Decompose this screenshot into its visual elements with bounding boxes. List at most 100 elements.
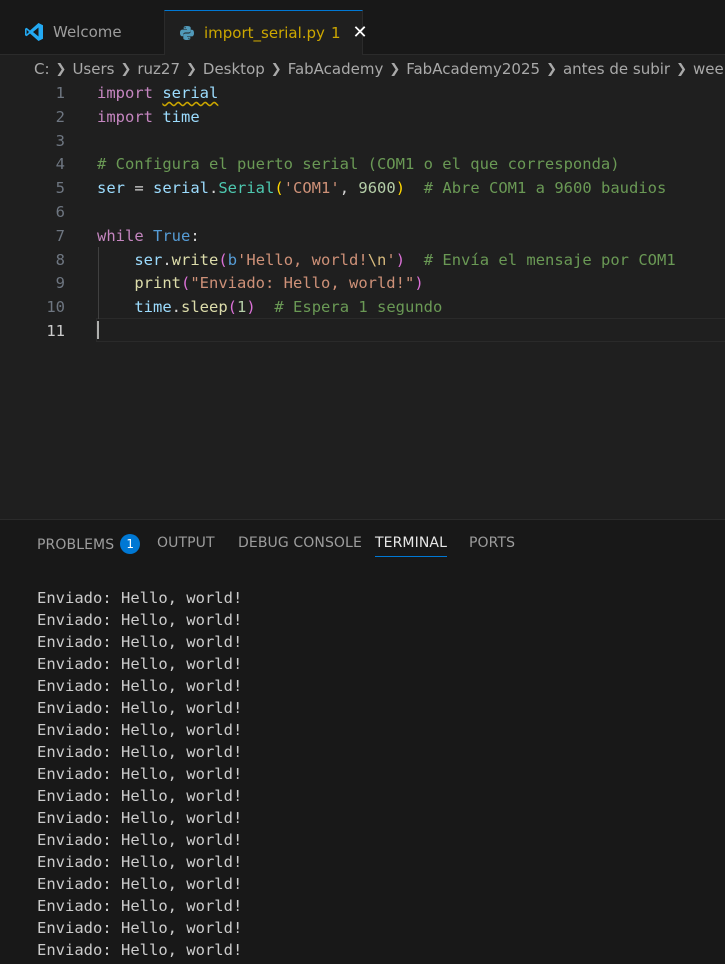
vscode-icon: [24, 22, 44, 42]
terminal-line: Enviado: Hello, world!: [37, 611, 243, 629]
chevron-right-icon: ❯: [676, 61, 687, 77]
code-token: while: [97, 226, 144, 245]
breadcrumb-item[interactable]: week15: [693, 60, 725, 78]
line-number: 6: [55, 203, 65, 221]
breadcrumb-item[interactable]: Users: [72, 60, 114, 78]
terminal-line: Enviado: Hello, world!: [37, 655, 243, 673]
code-token: serial: [153, 179, 209, 198]
chevron-right-icon: ❯: [270, 61, 282, 77]
code-token: .: [171, 298, 181, 317]
tab-problems-label: PROBLEMS: [37, 537, 115, 553]
code-text: # Configura el puerto serial (COM1 o el …: [97, 152, 620, 176]
tab-welcome[interactable]: Welcome: [12, 10, 162, 54]
code-token: (: [218, 250, 228, 269]
terminal-line: Enviado: Hello, world!: [37, 919, 243, 937]
terminal-line: Enviado: Hello, world!: [37, 831, 243, 849]
code-token: sleep: [181, 298, 228, 317]
code-line[interactable]: 1 import serial: [0, 81, 725, 105]
tab-label: Welcome: [53, 23, 122, 41]
code-line[interactable]: 6: [0, 200, 725, 224]
terminal-line: Enviado: Hello, world!: [37, 721, 243, 739]
code-line[interactable]: 4 # Configura el puerto serial (COM1 o el…: [0, 152, 725, 176]
terminal-line: Enviado: Hello, world!: [37, 699, 243, 717]
code-token: ,: [339, 179, 359, 198]
breadcrumb: C: ❯ Users ❯ ruz27 ❯ Desktop ❯ FabAcadem…: [0, 55, 725, 83]
code-line[interactable]: 9 print("Enviado: Hello, world!"): [0, 271, 725, 295]
terminal-line: Enviado: Hello, world!: [37, 787, 243, 805]
code-line[interactable]: 5 ser = serial.Serial('COM1', 9600) # Abr…: [0, 176, 725, 200]
code-token: serial: [162, 84, 219, 102]
code-token: "Enviado: Hello, world!": [190, 274, 415, 293]
problems-badge: 1: [120, 534, 141, 554]
terminal-line: Enviado: Hello, world!: [37, 589, 243, 607]
code-line[interactable]: 7 while True:: [0, 224, 725, 248]
code-line[interactable]: 10 time.sleep(1) # Espera 1 segundo: [0, 295, 725, 319]
breadcrumb-item[interactable]: FabAcademy2025: [406, 60, 540, 78]
code-editor[interactable]: 1 import serial 2 import time 3 4 # Configura …: [0, 81, 725, 519]
code-line[interactable]: 8 ser.write(b'Hello, world!\n') # Envía …: [0, 248, 725, 272]
line-number: 3: [55, 131, 65, 150]
tab-output[interactable]: OUTPUT: [157, 535, 215, 551]
code-token: ser: [97, 179, 125, 198]
code-token: ser: [134, 250, 163, 269]
chevron-right-icon: ❯: [186, 61, 197, 77]
code-token: 1: [237, 298, 247, 317]
line-number: 5: [55, 179, 65, 198]
line-number: 4: [55, 155, 65, 174]
code-token: .: [162, 250, 172, 269]
code-text: while True:: [97, 224, 200, 248]
chevron-right-icon: ❯: [120, 61, 132, 77]
tab-problems[interactable]: PROBLEMS 1: [37, 534, 141, 555]
code-token: 'COM1': [283, 179, 340, 198]
terminal-line: Enviado: Hello, world!: [37, 897, 243, 915]
breadcrumb-item[interactable]: antes de subir: [563, 60, 670, 78]
line-number: 2: [55, 107, 65, 126]
code-token: # Envía el mensaje por COM1: [405, 250, 676, 269]
code-line[interactable]: 3: [0, 129, 725, 153]
code-token: 9600: [358, 179, 396, 198]
terminal-line: Enviado: Hello, world!: [37, 941, 243, 959]
code-text: ser.write(b'Hello, world!\n') # Envía el…: [97, 248, 676, 272]
code-token: import: [97, 84, 153, 102]
code-token: \n: [367, 250, 387, 269]
chevron-right-icon: ❯: [546, 61, 557, 77]
code-token: ): [414, 274, 424, 293]
line-number: 10: [46, 298, 65, 317]
code-token: True: [153, 226, 191, 245]
tab-debug-console[interactable]: DEBUG CONSOLE: [238, 535, 362, 551]
code-line[interactable]: 2 import time: [0, 105, 725, 129]
code-token: 'Hello, world!: [237, 250, 368, 269]
line-number: 7: [55, 226, 65, 245]
close-icon[interactable]: ✕: [352, 24, 367, 42]
tab-import-serial[interactable]: import_serial.py 1 ✕: [164, 10, 368, 55]
breadcrumb-item[interactable]: C:: [34, 60, 50, 78]
terminal-line: Enviado: Hello, world!: [37, 875, 243, 893]
code-token: # Abre COM1 a 9600 baudios: [405, 179, 667, 198]
python-icon: [179, 25, 195, 41]
chevron-right-icon: ❯: [55, 61, 67, 77]
breadcrumb-item[interactable]: Desktop: [203, 60, 265, 78]
terminal-line: Enviado: Hello, world!: [37, 853, 243, 871]
tab-terminal[interactable]: TERMINAL: [375, 535, 447, 557]
code-text: print("Enviado: Hello, world!"): [97, 271, 424, 295]
line-number: 11: [46, 322, 65, 340]
code-token: ): [246, 298, 256, 317]
panel-tabs: PROBLEMS 1 OUTPUT DEBUG CONSOLE TERMINAL …: [0, 520, 725, 566]
terminal-output[interactable]: Enviado: Hello, world! Enviado: Hello, wo…: [37, 587, 717, 961]
tab-bar: Welcome import_serial.py 1 ✕: [0, 0, 725, 55]
code-token: (: [227, 298, 238, 317]
code-token: (: [274, 179, 284, 198]
breadcrumb-item[interactable]: ruz27: [137, 60, 180, 78]
code-token: .: [209, 179, 219, 198]
tab-problem-count: 1: [330, 24, 341, 42]
chevron-right-icon: ❯: [389, 61, 401, 77]
code-line[interactable]: 11: [0, 319, 725, 343]
terminal-line: Enviado: Hello, world!: [37, 633, 243, 651]
breadcrumb-item[interactable]: FabAcademy: [288, 60, 384, 78]
tab-ports[interactable]: PORTS: [469, 535, 515, 551]
line-number: 1: [55, 84, 65, 102]
